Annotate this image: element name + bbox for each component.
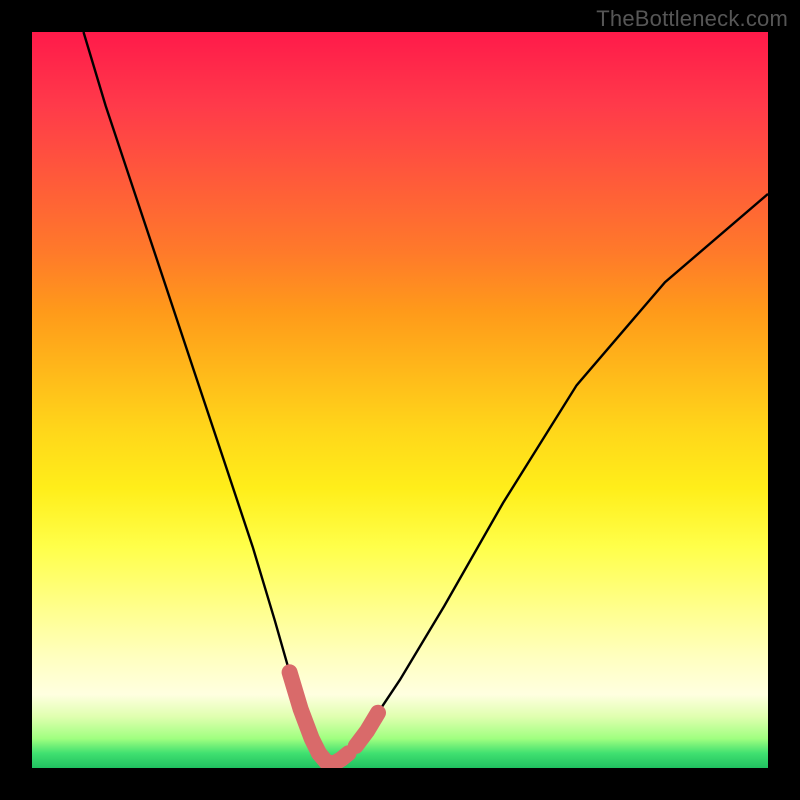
highlight-bottom [319, 753, 349, 763]
watermark-text: TheBottleneck.com [596, 6, 788, 32]
curve-layer [32, 32, 768, 768]
chart-frame: TheBottleneck.com [0, 0, 800, 800]
highlight-right [356, 713, 378, 746]
highlight-left [290, 672, 319, 753]
plot-area [32, 32, 768, 768]
bottleneck-curve [84, 32, 769, 764]
